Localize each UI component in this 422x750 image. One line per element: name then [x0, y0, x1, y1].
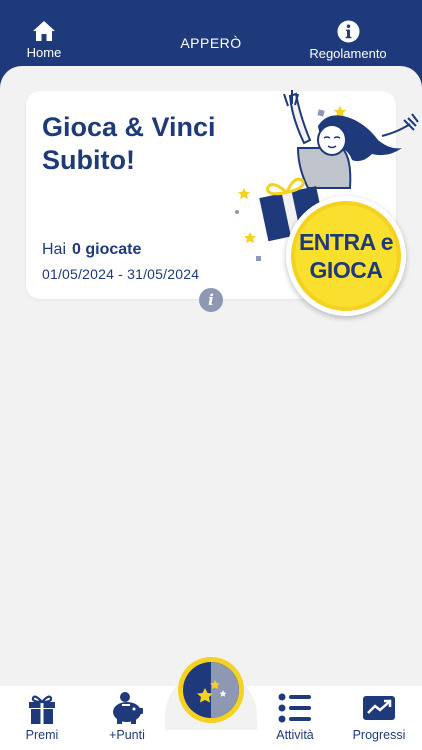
- stars-icon: [197, 662, 239, 718]
- tab-premi-label: Premi: [25, 728, 59, 742]
- card-title-line1: Gioca & Vinci: [42, 112, 216, 142]
- card-info-button[interactable]: i: [199, 288, 223, 312]
- rules-button[interactable]: Regolamento: [308, 20, 388, 61]
- card-title-line2: Subito!: [42, 145, 135, 175]
- center-progress-ring: [183, 662, 239, 718]
- tab-punti-label: +Punti: [109, 728, 145, 742]
- plays-prefix: Hai: [42, 241, 67, 258]
- plays-count: 0 giocate: [72, 241, 142, 258]
- tab-premi[interactable]: Premi: [7, 692, 77, 742]
- tab-attivita-label: Attività: [276, 728, 314, 742]
- center-progress-button[interactable]: [178, 657, 244, 723]
- cta-line2: GIOCA: [309, 257, 383, 283]
- date-range: 01/05/2024 - 31/05/2024: [42, 266, 200, 282]
- list-icon: [278, 693, 311, 723]
- plays-summary: Hai 0 giocate: [42, 241, 141, 259]
- tab-progressi-label: Progressi: [352, 728, 406, 742]
- piggy-bank-icon: [113, 692, 143, 724]
- card-title: Gioca & Vinci Subito!: [42, 111, 242, 177]
- gift-icon: [29, 695, 55, 724]
- rules-label: Regolamento: [309, 46, 387, 61]
- info-icon: [336, 20, 360, 43]
- tab-attivita[interactable]: Attività: [260, 692, 330, 742]
- cta-line1: ENTRA e: [298, 229, 394, 255]
- trend-chart-icon: [363, 696, 395, 720]
- tab-punti[interactable]: +Punti: [92, 692, 162, 742]
- tab-progressi[interactable]: Progressi: [344, 692, 414, 742]
- enter-and-play-label: ENTRA e GIOCA: [295, 205, 397, 307]
- enter-and-play-button[interactable]: ENTRA e GIOCA: [286, 196, 406, 316]
